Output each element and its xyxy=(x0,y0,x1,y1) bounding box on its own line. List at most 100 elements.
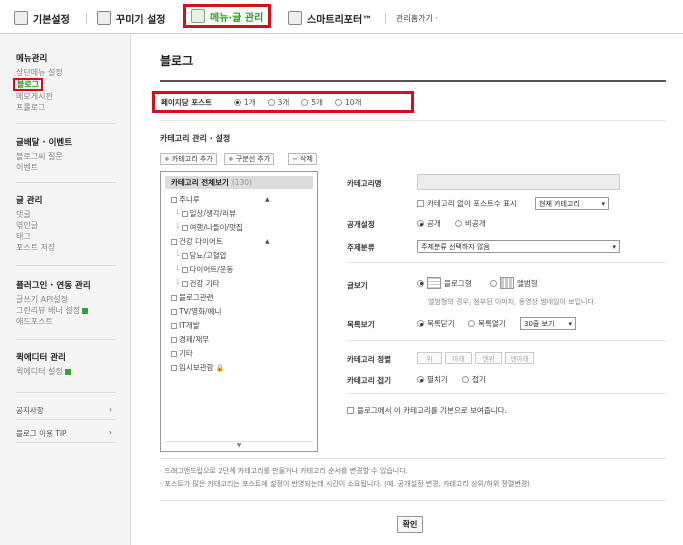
sidebar-item-write-api[interactable]: 글쓰기 API설정 xyxy=(16,294,91,305)
sidebar-item-quick-editor-settings[interactable]: 퀵에디터 설정 xyxy=(16,366,71,377)
radio-selected-icon xyxy=(417,279,424,287)
tree-item-label: TV/영화/예니 xyxy=(179,307,222,316)
sidebar-item-tags[interactable]: 태그 xyxy=(16,231,55,242)
tab-smart-reporter[interactable]: 스마트리포터™ xyxy=(288,9,372,27)
no-category-select[interactable]: 현재 카테고리 ▾ xyxy=(535,197,609,210)
tree-item[interactable]: TV/영화/예니 xyxy=(171,306,221,317)
notice-label: 공지사항 xyxy=(16,406,44,415)
page-title: 블로그 xyxy=(160,54,194,68)
admin-home-label: 관리홈가기 · xyxy=(396,13,438,23)
fold-collapse-radio[interactable]: 접기 xyxy=(462,374,486,385)
sidebar-item-blog[interactable]: 블로그 xyxy=(13,78,44,91)
sidebar-item-prologue[interactable]: 프롤로그 xyxy=(16,102,63,113)
tree-item-label: 건강 다이어트 xyxy=(179,237,223,246)
tab-basic-settings[interactable]: 기본설정 xyxy=(14,9,70,27)
folder-icon xyxy=(171,294,177,301)
sidebar-item-green-review-banner[interactable]: 그린리뷰 배너 설정 xyxy=(16,305,91,316)
album-layout-icon xyxy=(500,277,514,289)
view-blog-radio[interactable]: 블로그형 xyxy=(417,277,472,289)
sidebar-item-top-menu[interactable]: 상단메뉴 설정 xyxy=(16,67,63,78)
sort-down-button[interactable]: 아래 xyxy=(445,352,472,364)
default-category-checkbox[interactable]: 블로그에서 이 카테고리를 기본으로 보여줍니다. xyxy=(347,405,507,416)
list-count-select[interactable]: 30줄 보기 ▾ xyxy=(520,317,576,330)
tree-item[interactable]: 주니루 xyxy=(171,194,200,205)
sidebar-item-blogc-question[interactable]: 블로그씨 질문 xyxy=(16,151,72,162)
tree-item[interactable]: └ 당뇨/고혈압 xyxy=(175,250,227,261)
sidebar-group-title: 글배달 · 이벤트 xyxy=(16,138,73,148)
tree-item[interactable]: └ 일상/생각/리뷰 xyxy=(175,208,236,219)
per-page-option-5[interactable]: 5개 xyxy=(301,97,323,108)
sidebar-item-comments[interactable]: 댓글 xyxy=(16,209,55,220)
folder-icon xyxy=(171,322,177,329)
admin-home-link[interactable]: 관리홈가기 · xyxy=(396,9,438,27)
delete-category-button[interactable]: − 삭제 xyxy=(288,153,317,165)
collapse-arrow-icon[interactable]: ▲ xyxy=(265,196,270,203)
sidebar-item-label: 퀵에디터 설정 xyxy=(16,367,63,376)
sort-up-button[interactable]: 위 xyxy=(417,352,442,364)
view-album-radio[interactable]: 앨범형 xyxy=(490,277,538,289)
checkbox-icon xyxy=(347,407,354,414)
radio-icon xyxy=(468,320,475,327)
divider xyxy=(16,339,116,340)
tree-item[interactable]: 임시보관함 🔒 xyxy=(171,362,224,373)
visibility-private-radio[interactable]: 비공개 xyxy=(455,218,486,229)
tab-menu-post-management[interactable]: 메뉴·글 관리 xyxy=(183,4,272,28)
topic-select[interactable]: 주제분류 선택하지 않음 ▾ xyxy=(417,240,620,253)
sidebar-item-trackbacks[interactable]: 엮인글 xyxy=(16,220,55,231)
sidebar-item-adpost[interactable]: 애드포스트 xyxy=(16,316,91,327)
radio-icon xyxy=(490,279,497,287)
tree-item[interactable]: └ 다이어트/운동 xyxy=(175,264,233,275)
sidebar-group-post-delivery: 글배달 · 이벤트 블로그씨 질문 이벤트 xyxy=(16,136,72,173)
tree-item-label: 건강 기타 xyxy=(189,279,220,288)
sort-top-button[interactable]: 맨위 xyxy=(475,352,502,364)
tree-item[interactable]: └ 여행/나들이/맛집 xyxy=(175,222,243,233)
tab-label: 메뉴·글 관리 xyxy=(210,12,264,24)
divider xyxy=(160,120,666,121)
confirm-button[interactable]: 확인 xyxy=(397,516,423,533)
no-category-count-checkbox[interactable]: 카테고리 없이 포스트수 표시 xyxy=(417,198,517,209)
per-page-option-10[interactable]: 10개 xyxy=(334,97,362,108)
posts-per-page-label: 페이지당 포스트 xyxy=(161,97,212,107)
per-page-option-1[interactable]: 1개 xyxy=(233,97,256,108)
tree-item[interactable]: 기타 xyxy=(171,348,193,359)
sidebar-item-memo-board[interactable]: 메모게시판 xyxy=(16,91,63,102)
tree-item[interactable]: 건강 다이어트 xyxy=(171,236,223,247)
palette-icon xyxy=(97,11,111,25)
sidebar-tip-link[interactable]: 블로그 이용 TIP › xyxy=(16,428,112,439)
visibility-public-radio[interactable]: 공개 xyxy=(417,218,441,229)
sidebar-item-post-save[interactable]: 포스트 저장 xyxy=(16,242,55,253)
button-label: 구분선 추가 xyxy=(235,155,271,163)
checkbox-label: 블로그에서 이 카테고리를 기본으로 보여줍니다. xyxy=(357,406,507,415)
tree-item[interactable]: IT개발 xyxy=(171,320,200,331)
collapse-arrow-icon[interactable]: ▲ xyxy=(265,238,270,245)
sidebar-item-event[interactable]: 이벤트 xyxy=(16,162,72,173)
tree-scroll-down[interactable]: ▼ xyxy=(165,441,313,449)
tree-item-label: 블로그관련 xyxy=(179,293,214,302)
category-section-title: 카테고리 관리 · 설정 xyxy=(160,134,231,143)
divider xyxy=(16,419,116,420)
top-navigation: 기본설정 꾸미기 설정 메뉴·글 관리 스마트리포터™ 관리홈가기 · xyxy=(0,0,683,34)
sort-bottom-button[interactable]: 맨아래 xyxy=(505,352,534,364)
option-label: 10개 xyxy=(344,97,362,107)
list-closed-radio[interactable]: 목록닫기 xyxy=(417,318,455,329)
select-value: 현재 카테고리 xyxy=(539,199,580,208)
tab-decorate-settings[interactable]: 꾸미기 설정 xyxy=(97,9,165,27)
list-open-radio[interactable]: 목록열기 xyxy=(468,318,506,329)
list-view-label: 목록보기 xyxy=(347,320,375,329)
tree-item[interactable]: 경제/재무 xyxy=(171,334,209,345)
tree-item[interactable]: └ 건강 기타 xyxy=(175,278,220,289)
radio-selected-icon xyxy=(417,220,424,227)
category-tree-all[interactable]: 카테고리 전체보기 (130) xyxy=(165,176,313,189)
tree-item[interactable]: 블로그관련 xyxy=(171,292,214,303)
fold-expand-radio[interactable]: 펼치기 xyxy=(417,374,448,385)
folder-icon xyxy=(171,336,177,343)
category-name-input[interactable] xyxy=(417,174,620,190)
option-label: 블로그형 xyxy=(444,278,472,288)
per-page-option-3[interactable]: 3개 xyxy=(267,97,289,108)
option-label: 5개 xyxy=(311,97,323,107)
category-fold-label: 카테고리 접기 xyxy=(347,376,392,385)
add-divider-button[interactable]: + 구분선 추가 xyxy=(224,153,275,165)
add-category-button[interactable]: + 카테고리 추가 xyxy=(160,153,217,165)
sidebar-notice-link[interactable]: 공지사항 › xyxy=(16,405,112,416)
divider xyxy=(16,182,116,183)
